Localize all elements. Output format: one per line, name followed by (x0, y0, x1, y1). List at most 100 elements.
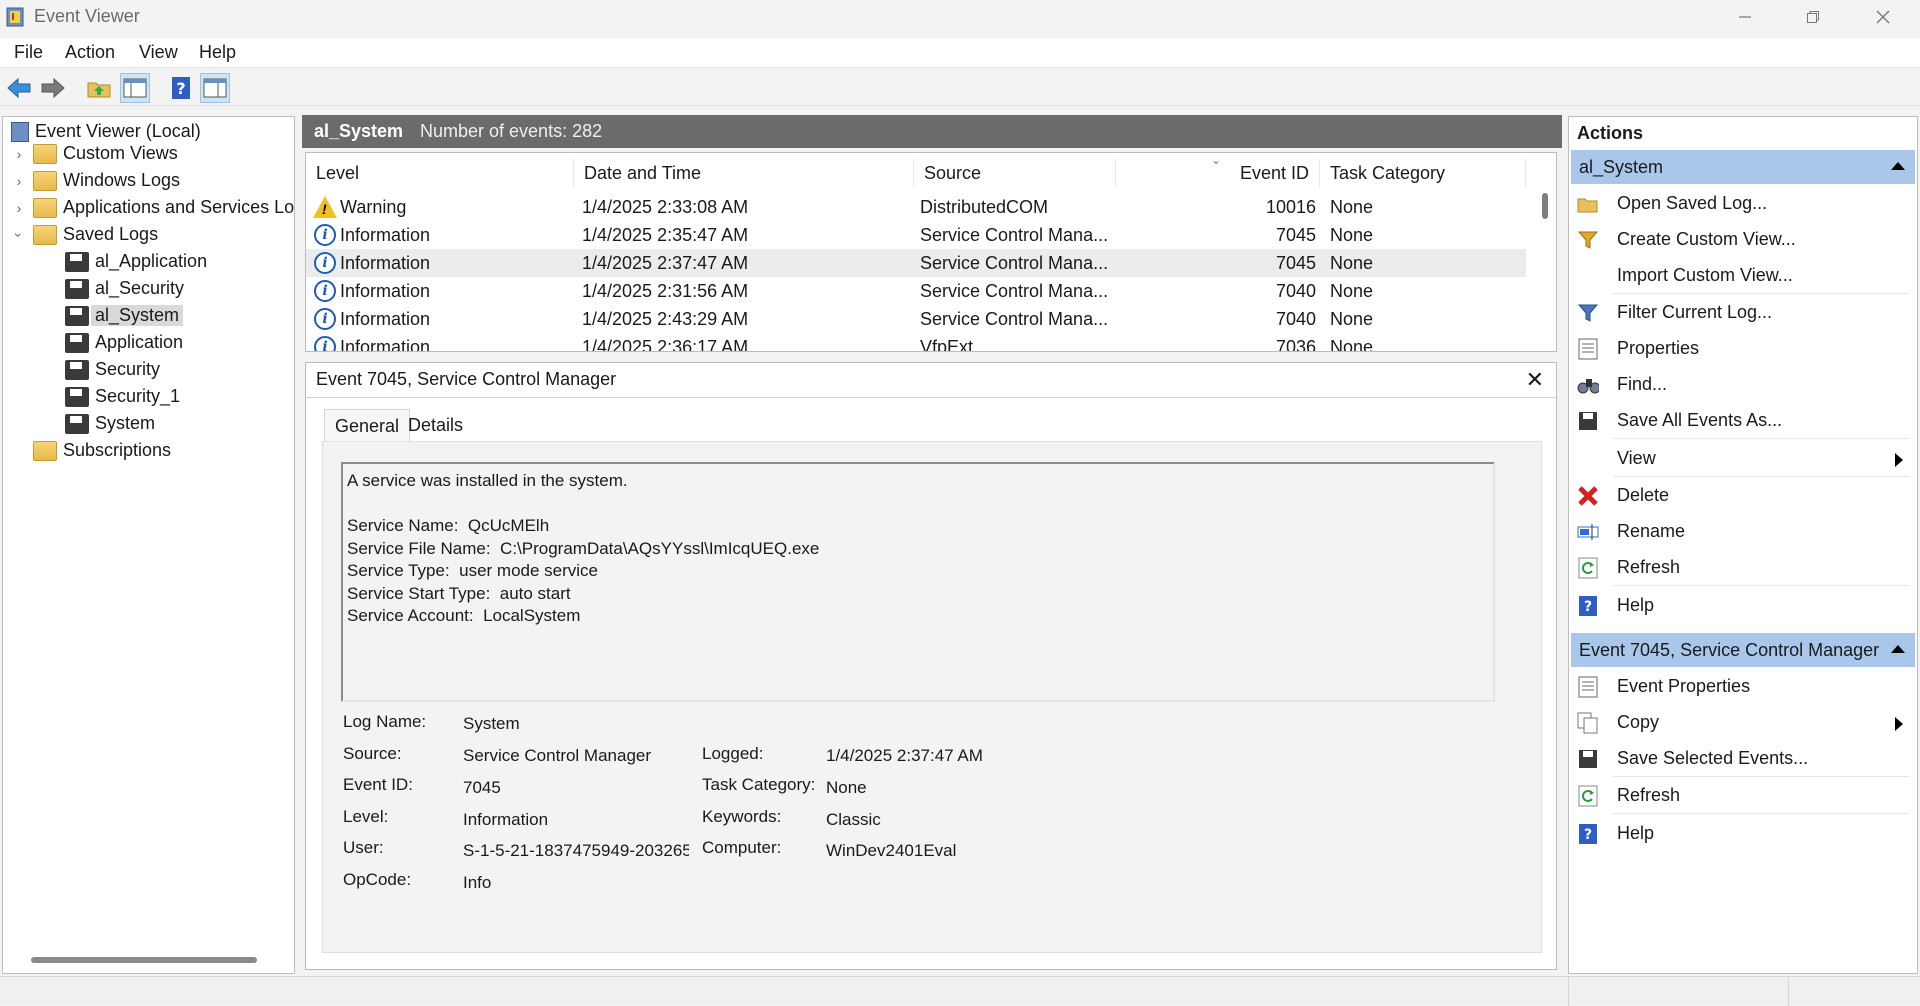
column-header-source[interactable]: Source (914, 159, 1116, 187)
column-header-datetime[interactable]: Date and Time (574, 159, 914, 187)
console-tree-icon (123, 78, 147, 98)
collapse-icon[interactable] (1891, 162, 1905, 170)
saved-log-icon (65, 413, 89, 434)
tree-item-label: Application (95, 332, 184, 352)
close-detail-icon[interactable]: ✕ (1526, 367, 1544, 393)
tree-item-application[interactable]: Application (65, 329, 183, 356)
information-icon: i (314, 336, 336, 351)
actions-section-log[interactable]: al_System (1571, 150, 1915, 184)
forward-arrow-icon (41, 77, 65, 99)
field-computer[interactable]: WinDev2401Eval (826, 841, 956, 861)
svg-text:?: ? (1584, 599, 1592, 615)
folder-icon (33, 197, 57, 218)
up-folder-button[interactable] (84, 73, 114, 103)
action-help[interactable]: ? Help (1569, 588, 1913, 624)
collapse-icon[interactable] (1891, 645, 1905, 653)
tree-item-security-1[interactable]: Security_1 (65, 383, 180, 410)
tree-item-saved-logs[interactable]: › Saved Logs (11, 221, 158, 248)
tree-item-applications-services-logs[interactable]: › Applications and Services Log (11, 194, 294, 221)
event-description[interactable]: A service was installed in the system. S… (341, 462, 1495, 702)
console-tree: Event Viewer (Local) › Custom Views › Wi… (2, 116, 295, 974)
status-bar (0, 976, 1920, 1006)
action-find[interactable]: Find... (1569, 367, 1913, 403)
row-task-category: None (1330, 309, 1374, 329)
refresh-icon (1577, 557, 1599, 579)
table-row[interactable]: i Information 1/4/2025 2:37:47 AM Servic… (306, 249, 1526, 277)
action-refresh[interactable]: Refresh (1569, 550, 1913, 586)
menu-help[interactable]: Help (199, 42, 236, 63)
action-event-properties[interactable]: Event Properties (1569, 669, 1913, 705)
field-source[interactable]: Service Control Manager (463, 746, 651, 766)
folder-icon (33, 143, 57, 164)
row-datetime: 1/4/2025 2:37:47 AM (582, 253, 749, 273)
table-row[interactable]: i Information 1/4/2025 2:31:56 AM Servic… (306, 277, 1526, 305)
tree-item-subscriptions[interactable]: Subscriptions (33, 437, 171, 464)
action-view[interactable]: View (1569, 441, 1913, 477)
folder-up-icon (87, 82, 111, 98)
menu-action[interactable]: Action (65, 42, 115, 63)
row-source: DistributedCOM (920, 197, 1049, 217)
saved-log-icon (65, 359, 89, 380)
field-level[interactable]: Information (463, 810, 548, 830)
field-keywords[interactable]: Classic (826, 810, 881, 830)
field-log-name[interactable]: System (463, 714, 520, 734)
action-help-event[interactable]: ? Help (1569, 816, 1913, 852)
table-row[interactable]: i Information 1/4/2025 2:36:17 AM VfpExt… (306, 333, 1526, 351)
back-button[interactable] (4, 73, 34, 103)
forward-button[interactable] (38, 73, 68, 103)
action-create-custom-view[interactable]: Create Custom View... (1569, 222, 1913, 258)
field-task-category[interactable]: None (826, 778, 867, 798)
field-event-id[interactable]: 7045 (463, 778, 501, 798)
table-row[interactable]: i Information 1/4/2025 2:43:29 AM Servic… (306, 305, 1526, 333)
row-source: Service Control Mana... (920, 281, 1109, 301)
menu-view[interactable]: View (139, 42, 178, 63)
chevron-right-icon[interactable]: › (11, 173, 27, 189)
tree-item-custom-views[interactable]: › Custom Views (11, 140, 178, 167)
actions-section-event[interactable]: Event 7045, Service Control Manager (1571, 633, 1915, 667)
show-hide-tree-button[interactable] (120, 73, 150, 103)
help-toolbar-button[interactable]: ? (166, 73, 196, 103)
submenu-arrow-icon (1895, 453, 1903, 467)
tree-horizontal-scrollbar[interactable] (31, 957, 257, 963)
action-delete[interactable]: Delete (1569, 478, 1913, 514)
table-row[interactable]: Warning 1/4/2025 2:33:08 AM DistributedC… (306, 193, 1526, 221)
column-header-task-category[interactable]: Task Category (1320, 159, 1526, 187)
chevron-down-icon[interactable]: › (11, 227, 27, 243)
action-open-saved-log[interactable]: Open Saved Log... (1569, 186, 1913, 222)
section-title: Event 7045, Service Control Manager (1579, 640, 1880, 660)
tree-item-al-system[interactable]: al_System (65, 302, 184, 329)
menu-file[interactable]: File (14, 42, 43, 63)
minimize-button[interactable] (1710, 0, 1780, 34)
tab-details[interactable]: Details (398, 409, 473, 441)
column-header-level[interactable]: Level (306, 159, 574, 187)
show-hide-action-pane-button[interactable] (200, 73, 230, 103)
table-row[interactable]: i Information 1/4/2025 2:35:47 AM Servic… (306, 221, 1526, 249)
tree-item-system[interactable]: System (65, 410, 155, 437)
action-copy[interactable]: Copy (1569, 705, 1913, 741)
tree-item-label: al_Security (95, 278, 185, 298)
field-opcode[interactable]: Info (463, 873, 491, 893)
action-refresh-event[interactable]: Refresh (1569, 778, 1913, 814)
toolbar: ? (0, 70, 1920, 106)
action-properties[interactable]: Properties (1569, 331, 1913, 367)
field-logged[interactable]: 1/4/2025 2:37:47 AM (826, 746, 983, 766)
tree-item-windows-logs[interactable]: › Windows Logs (11, 167, 180, 194)
action-import-custom-view[interactable]: Import Custom View... (1569, 258, 1913, 294)
chevron-right-icon[interactable]: › (11, 146, 27, 162)
action-save-all-events-as[interactable]: Save All Events As... (1569, 403, 1913, 439)
chevron-right-icon[interactable]: › (11, 200, 27, 216)
close-window-button[interactable] (1848, 0, 1918, 34)
tree-item-label: al_Application (95, 251, 208, 271)
restore-button[interactable] (1778, 0, 1848, 34)
tree-item-security[interactable]: Security (65, 356, 160, 383)
tree-item-al-application[interactable]: al_Application (65, 248, 207, 275)
action-filter-current-log[interactable]: Filter Current Log... (1569, 295, 1913, 331)
field-user[interactable]: S-1-5-21-1837475949-203265 (463, 841, 689, 861)
action-rename[interactable]: Rename (1569, 514, 1913, 550)
open-folder-icon (1577, 193, 1599, 215)
tree-item-al-security[interactable]: al_Security (65, 275, 184, 302)
action-save-selected-events[interactable]: Save Selected Events... (1569, 741, 1913, 777)
event-list-scrollbar[interactable] (1542, 193, 1548, 219)
rename-icon (1577, 521, 1599, 543)
log-name: al_System (314, 121, 404, 141)
